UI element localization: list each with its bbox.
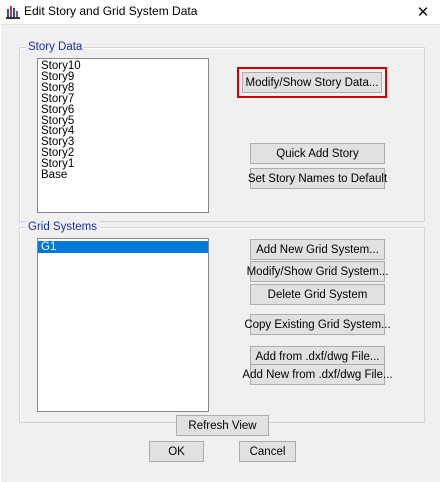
close-button[interactable]: ✕: [405, 0, 441, 24]
modify-show-grid-system-button[interactable]: Modify/Show Grid System...: [247, 261, 388, 282]
set-story-names-default-button[interactable]: Set Story Names to Default: [248, 168, 387, 189]
cancel-button[interactable]: Cancel: [239, 441, 296, 462]
close-icon: ✕: [416, 4, 430, 21]
story-list-item[interactable]: Story6: [38, 104, 208, 116]
grid-system-list[interactable]: G1: [37, 238, 209, 412]
modify-show-story-data-button[interactable]: Modify/Show Story Data...: [237, 67, 387, 98]
app-icon: [6, 5, 20, 19]
add-new-from-dxf-button[interactable]: Add New from .dxf/dwg File...: [242, 364, 393, 385]
story-data-label: Story Data: [26, 40, 85, 54]
copy-existing-grid-system-button[interactable]: Copy Existing Grid System...: [244, 314, 391, 335]
window-title: Edit Story and Grid System Data: [24, 4, 198, 18]
ok-button[interactable]: OK: [149, 441, 204, 462]
story-list-item[interactable]: Story7: [38, 93, 208, 105]
grid-systems-label: Grid Systems: [26, 220, 100, 234]
story-list-item[interactable]: Base: [38, 169, 208, 181]
title-bar[interactable]: Edit Story and Grid System Data ✕: [0, 0, 441, 24]
grid-system-list-item[interactable]: G1: [38, 241, 208, 253]
story-data-group: Story Data Story10 Story9 Story8 Story7 Stor…: [19, 40, 425, 222]
delete-grid-system-button[interactable]: Delete Grid System: [250, 284, 385, 305]
story-list[interactable]: Story10 Story9 Story8 Story7 Story6 Story5 Sto…: [37, 58, 209, 213]
add-new-grid-system-button[interactable]: Add New Grid System...: [250, 239, 385, 260]
dialog-body: Story Data Story10 Story9 Story8 Story7 Stor…: [1, 24, 440, 482]
quick-add-story-button[interactable]: Quick Add Story: [250, 143, 385, 164]
refresh-view-button[interactable]: Refresh View: [176, 415, 269, 436]
grid-systems-group: Grid Systems G1 Add New Grid System... M…: [19, 220, 425, 423]
